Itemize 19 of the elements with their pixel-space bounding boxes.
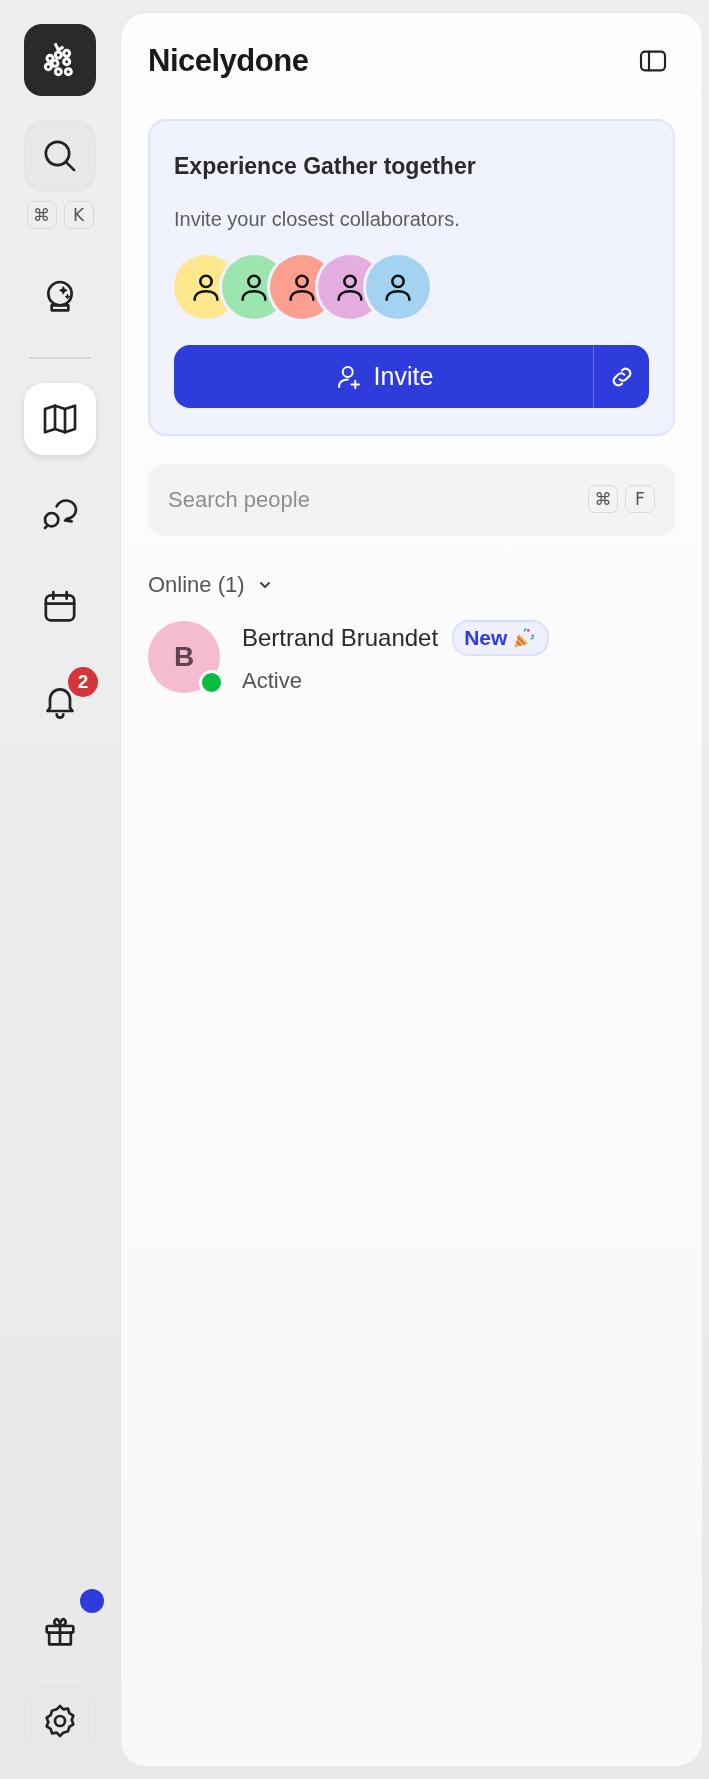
card-subtitle: Invite your closest collaborators. bbox=[174, 208, 461, 231]
shortcut-key: ⌘ bbox=[588, 485, 618, 513]
nav-item[interactable]: 2 bbox=[24, 665, 96, 737]
invite-button[interactable]: Invite bbox=[174, 345, 593, 408]
card-title: Experience Gather together bbox=[174, 153, 477, 180]
online-section-toggle[interactable]: Online (1) bbox=[148, 572, 675, 598]
app-logo[interactable] bbox=[24, 24, 96, 96]
nav-item[interactable] bbox=[24, 383, 96, 455]
user-status: Active bbox=[242, 668, 303, 694]
settings-button[interactable] bbox=[24, 1685, 96, 1757]
notification-badge: 2 bbox=[68, 667, 98, 697]
shortcut-key: F bbox=[625, 485, 655, 513]
user-name: Bertrand Bruandet bbox=[242, 624, 439, 652]
shortcut-key: ⌘ bbox=[26, 201, 57, 229]
new-badge: New bbox=[452, 620, 550, 656]
shortcut-key: K bbox=[63, 201, 94, 229]
copy-link-button[interactable] bbox=[593, 345, 649, 408]
panel-title: Nicelydone bbox=[148, 43, 309, 79]
search-button[interactable] bbox=[24, 120, 96, 192]
